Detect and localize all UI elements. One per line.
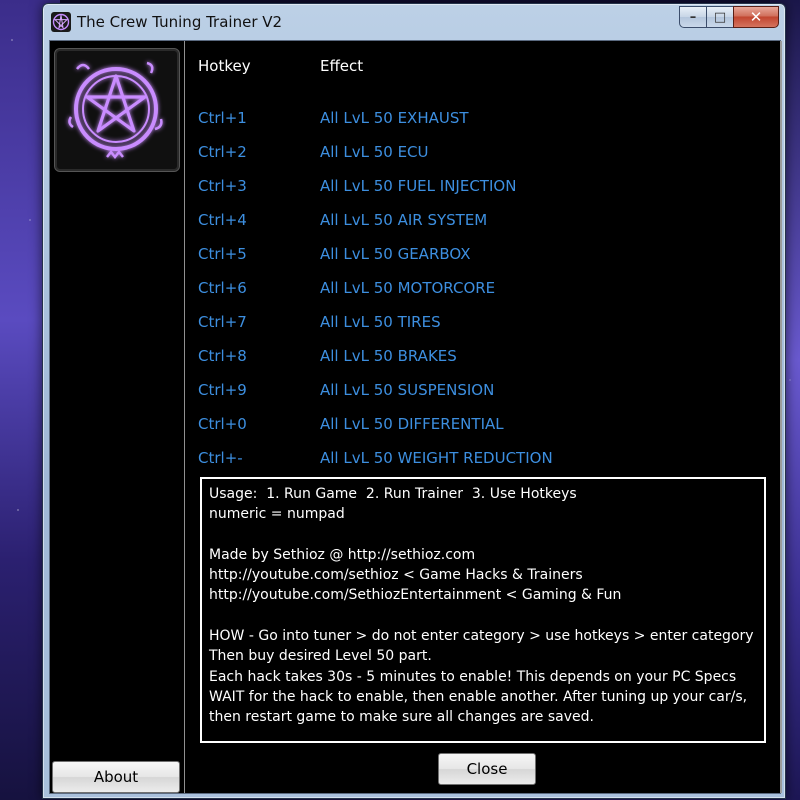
maximize-button[interactable]: □ [706, 6, 733, 28]
effect-label: All LvL 50 TIRES [320, 313, 441, 331]
close-button[interactable]: Close [438, 753, 536, 785]
hotkey-label: Ctrl+5 [198, 245, 247, 263]
maximize-icon: □ [713, 9, 727, 25]
trainer-window: The Crew Tuning Trainer V2 – □ ✕ About H… [42, 3, 786, 799]
main-panel: Hotkey Effect Ctrl+1 All LvL 50 EXHAUST … [186, 41, 782, 793]
sidebar: About [50, 41, 185, 793]
info-textbox[interactable]: Usage: 1. Run Game 2. Run Trainer 3. Use… [200, 477, 766, 743]
title-bar[interactable]: The Crew Tuning Trainer V2 – □ ✕ [43, 4, 785, 40]
hotkey-label: Ctrl+0 [198, 415, 247, 433]
effect-column-header: Effect [320, 57, 364, 75]
hotkey-label: Ctrl+3 [198, 177, 247, 195]
hotkey-label: Ctrl+- [198, 449, 243, 467]
hotkey-label: Ctrl+9 [198, 381, 247, 399]
hotkey-label: Ctrl+7 [198, 313, 247, 331]
hotkey-label: Ctrl+4 [198, 211, 247, 229]
effect-label: All LvL 50 EXHAUST [320, 109, 469, 127]
hotkey-column-header: Hotkey [198, 57, 251, 75]
about-button[interactable]: About [52, 761, 180, 793]
effect-label: All LvL 50 FUEL INJECTION [320, 177, 517, 195]
logo [54, 48, 180, 172]
close-window-button[interactable]: ✕ [733, 6, 779, 28]
hotkey-label: Ctrl+1 [198, 109, 247, 127]
hotkey-label: Ctrl+6 [198, 279, 247, 297]
hotkey-label: Ctrl+8 [198, 347, 247, 365]
effect-label: All LvL 50 MOTORCORE [320, 279, 496, 297]
effect-label: All LvL 50 SUSPENSION [320, 381, 495, 399]
client-area: About Hotkey Effect Ctrl+1 All LvL 50 EX… [49, 40, 782, 794]
minimize-button[interactable]: – [679, 6, 706, 28]
hotkey-label: Ctrl+2 [198, 143, 247, 161]
effect-label: All LvL 50 AIR SYSTEM [320, 211, 488, 229]
effect-label: All LvL 50 DIFFERENTIAL [320, 415, 504, 433]
effect-label: All LvL 50 WEIGHT REDUCTION [320, 449, 553, 467]
pentagram-icon [51, 12, 71, 32]
effect-label: All LvL 50 ECU [320, 143, 429, 161]
minimize-icon: – [689, 9, 697, 25]
effect-label: All LvL 50 GEARBOX [320, 245, 471, 263]
close-icon: ✕ [749, 7, 763, 26]
window-controls: – □ ✕ [679, 6, 779, 28]
window-title: The Crew Tuning Trainer V2 [77, 13, 283, 31]
effect-label: All LvL 50 BRAKES [320, 347, 457, 365]
pentagram-logo [68, 61, 163, 160]
